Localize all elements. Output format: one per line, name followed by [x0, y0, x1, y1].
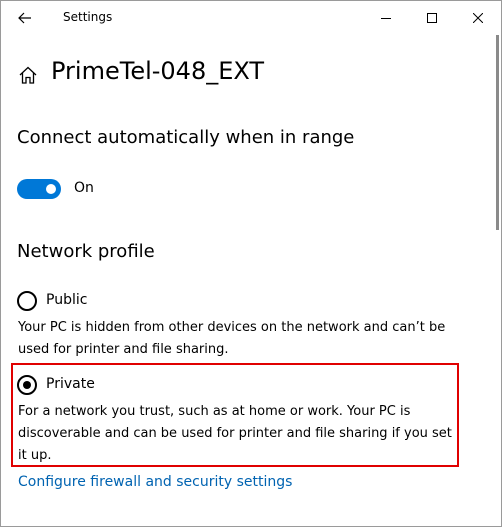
page-title: PrimeTel-048_EXT [51, 57, 265, 85]
home-icon [19, 66, 37, 84]
public-radio-label[interactable]: Public [46, 292, 87, 308]
maximize-icon [427, 13, 437, 23]
private-radio-label[interactable]: Private [46, 376, 95, 392]
back-button[interactable] [9, 3, 41, 33]
radio-selected-dot [23, 381, 31, 389]
back-arrow-icon [18, 12, 31, 24]
private-description: For a network you trust, such as at home… [18, 404, 452, 463]
connect-automatically-heading: Connect automatically when in range [17, 127, 355, 148]
radio-ring [17, 291, 37, 311]
settings-content: PrimeTel-048_EXT Connect automatically w… [1, 35, 493, 526]
network-profile-heading: Network profile [17, 241, 155, 262]
close-button[interactable] [455, 1, 501, 35]
connect-automatically-toggle[interactable] [17, 179, 61, 199]
close-icon [473, 13, 483, 23]
maximize-button[interactable] [409, 1, 455, 35]
minimize-icon [381, 18, 391, 19]
configure-firewall-link[interactable]: Configure firewall and security settings [18, 474, 292, 490]
toggle-state-label: On [74, 180, 94, 196]
minimize-button[interactable] [363, 1, 409, 35]
public-radio[interactable] [17, 291, 37, 311]
private-radio[interactable] [17, 375, 37, 395]
public-description: Your PC is hidden from other devices on … [18, 320, 446, 357]
scrollbar[interactable] [493, 35, 501, 526]
toggle-knob [46, 184, 56, 194]
window-title: Settings [63, 10, 113, 24]
settings-window: Settings PrimeTel-048_EXT Connect automa… [0, 0, 502, 527]
scrollbar-thumb[interactable] [496, 35, 499, 230]
title-bar: Settings [1, 1, 501, 35]
